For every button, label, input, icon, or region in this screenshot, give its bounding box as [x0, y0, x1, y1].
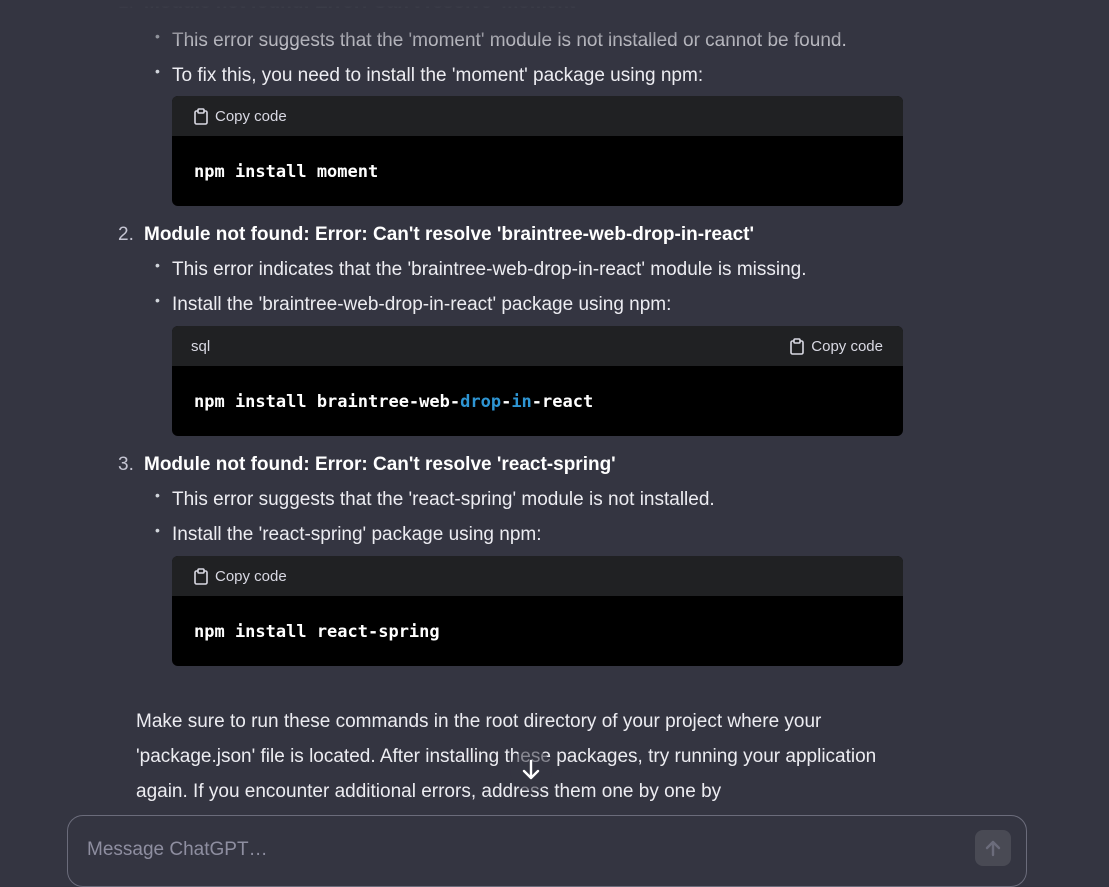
bullet-text: This error indicates that the 'braintree… [172, 259, 807, 280]
arrow-down-icon [522, 759, 540, 780]
bullet-item: • This error indicates that the 'braintr… [155, 257, 807, 281]
bullet-item: • Install the 'braintree-web-drop-in-rea… [155, 292, 672, 316]
code-content: npm install braintree-web-drop-in-react [194, 392, 593, 412]
code-token: -react [531, 392, 594, 412]
bullet-dot: • [155, 522, 160, 538]
scroll-to-bottom-button[interactable] [510, 749, 552, 791]
code-content: npm install moment [194, 162, 379, 182]
code-header: Copy code [172, 96, 903, 136]
bullet-text: This error suggests that the 'react-spri… [172, 489, 715, 510]
list-number: 2. [118, 224, 134, 245]
code-block: Copy code npm install moment [172, 96, 903, 206]
clipboard-icon [194, 108, 208, 125]
list-item-title: Module not found: Error: Can't resolve '… [144, 224, 754, 245]
bullet-dot: • [155, 63, 160, 79]
code-content: npm install react-spring [194, 622, 440, 642]
bullet-item: • Install the 'react-spring' package usi… [155, 522, 542, 546]
code-token: - [501, 392, 512, 412]
bullet-text: This error suggests that the 'moment' mo… [172, 30, 847, 51]
bullet-text: Install the 'braintree-web-drop-in-react… [172, 294, 672, 315]
code-header: Copy code [172, 556, 903, 596]
bullet-text: To fix this, you need to install the 'mo… [172, 65, 704, 86]
bullet-dot: • [155, 257, 160, 273]
send-button[interactable] [975, 830, 1011, 866]
bullet-dot: • [155, 487, 160, 503]
list-item-title: Module not found: Error: Can't resolve '… [144, 454, 616, 475]
bullet-item: • This error suggests that the 'moment' … [155, 28, 847, 52]
message-input[interactable] [87, 838, 937, 862]
bullet-dot: • [155, 292, 160, 308]
code-block: sql Copy code npm install braintree-web-… [172, 326, 903, 436]
code-keyword: in [511, 392, 532, 412]
code-keyword: drop [460, 392, 502, 412]
clipboard-icon [194, 568, 208, 585]
clipboard-icon [790, 338, 805, 355]
code-block: Copy code npm install react-spring [172, 556, 903, 666]
list-item-title: Module not found: Error: Can't resolve '… [144, 0, 580, 13]
bullet-item: • This error suggests that the 'react-sp… [155, 487, 715, 511]
arrow-up-icon [985, 840, 1001, 857]
copy-code-button[interactable]: Copy code [193, 108, 287, 125]
code-token: npm install braintree-web- [194, 392, 461, 412]
copy-code-label: Copy code [811, 338, 883, 355]
copy-code-button[interactable]: Copy code [789, 338, 883, 355]
code-language-label: sql [191, 338, 211, 355]
bullet-text: Install the 'react-spring' package using… [172, 524, 542, 545]
copy-code-button[interactable]: Copy code [193, 568, 287, 585]
list-number: 1. [118, 0, 134, 13]
list-number: 3. [118, 454, 134, 475]
copy-code-label: Copy code [215, 108, 287, 125]
message-composer [67, 815, 1027, 887]
bullet-dot: • [155, 28, 160, 44]
code-header: sql Copy code [172, 326, 903, 366]
copy-code-label: Copy code [215, 568, 287, 585]
bullet-item: • To fix this, you need to install the '… [155, 63, 704, 87]
